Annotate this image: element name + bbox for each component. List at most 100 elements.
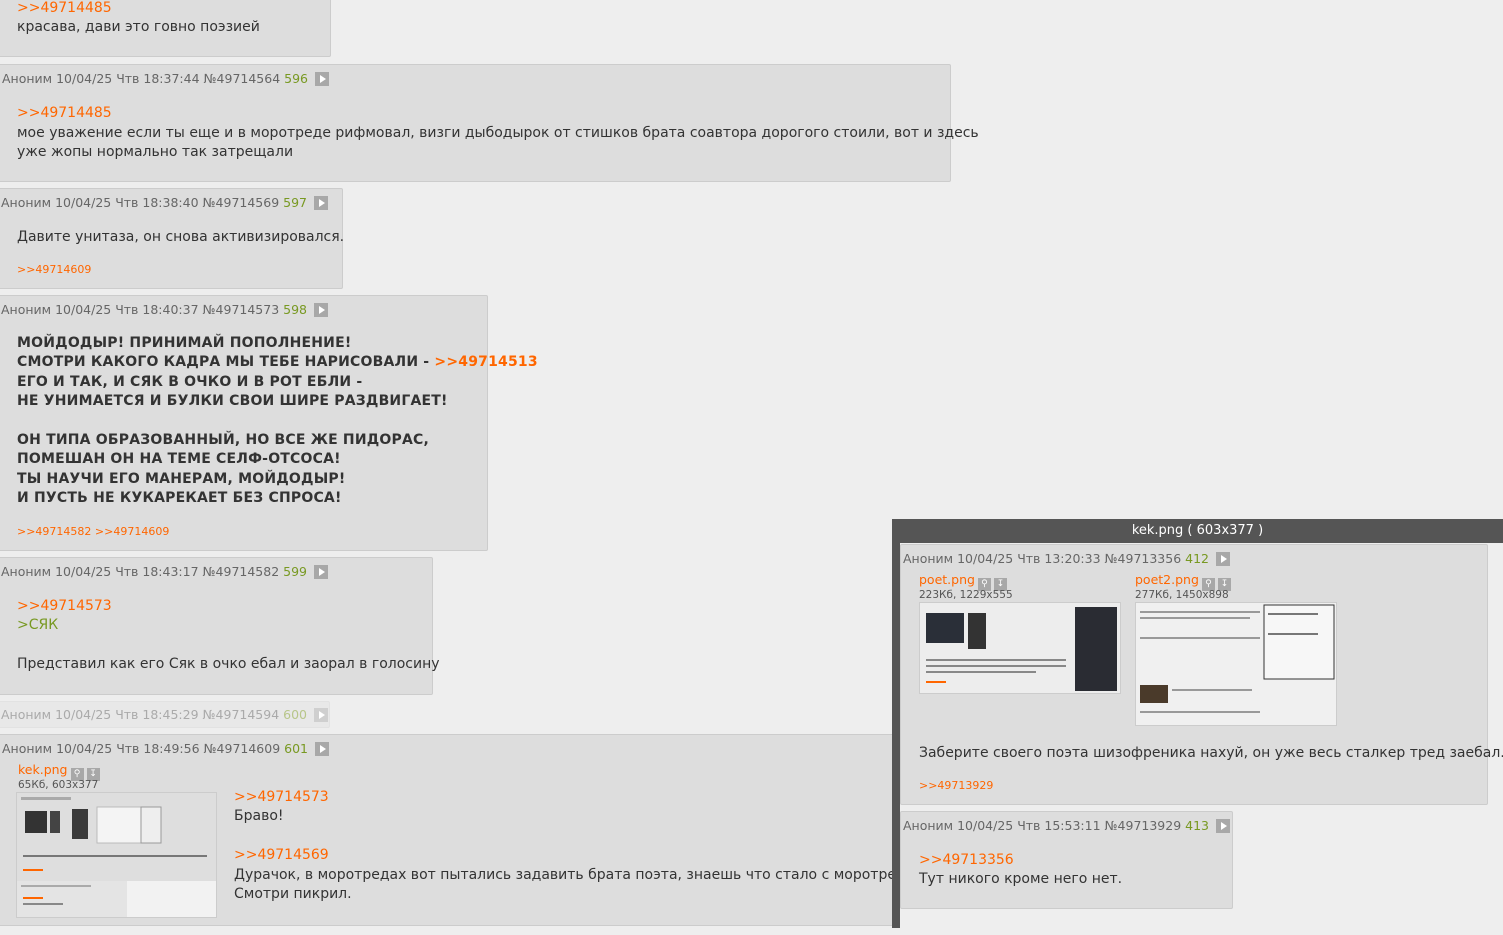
reply-link[interactable]: >>49714569 <box>234 847 329 863</box>
reply-link[interactable]: >>49713356 <box>919 852 1014 868</box>
post-id[interactable]: №49714569 <box>203 195 280 210</box>
play-icon[interactable] <box>313 303 328 317</box>
post: Аноним 10/04/25 Чтв 18:38:40 №49714569 5… <box>0 188 345 289</box>
post-text: красава, дави это говно поэзией <box>17 19 260 35</box>
post-id[interactable]: №49714573 <box>203 302 280 317</box>
post-id[interactable]: №49714582 <box>203 564 280 579</box>
post: Аноним 10/04/25 Чтв 18:40:37 №49714573 5… <box>0 295 538 551</box>
post-number: 596 <box>284 71 308 86</box>
file-thumbnail[interactable] <box>919 602 1121 694</box>
post-date: 10/04/25 Чтв 18:37:44 <box>56 71 200 86</box>
post-author: Аноним <box>903 551 954 566</box>
post-date: 10/04/25 Чтв 18:45:29 <box>55 707 199 722</box>
post-id[interactable]: №49714594 <box>203 707 280 722</box>
post-hidden: Аноним 10/04/25 Чтв 18:45:29 №49714594 6… <box>0 701 330 728</box>
file-thumbnail[interactable] <box>1135 602 1337 726</box>
post-author: Аноним <box>903 818 954 833</box>
post: Аноним 10/04/25 Чтв 15:53:11 №49713929 4… <box>900 811 1233 909</box>
post-header: Аноним 10/04/25 Чтв 18:45:29 №49714594 6… <box>1 707 328 722</box>
post-author: Аноним <box>1 564 52 579</box>
play-icon[interactable] <box>313 196 328 210</box>
post-text: Тут никого кроме него нет. <box>919 871 1123 887</box>
post-header: Аноним 10/04/25 Чтв 18:40:37 №49714573 5… <box>1 302 328 317</box>
popup-body: Аноним 10/04/25 Чтв 13:20:33 №49713356 4… <box>900 543 1503 928</box>
play-icon[interactable] <box>313 708 328 722</box>
popup-title: kek.png ( 603x377 ) <box>1131 523 1264 538</box>
replies-link[interactable]: >>49714582 >>49714609 <box>17 525 169 538</box>
post-header: Аноним 10/04/25 Чтв 13:20:33 №49713356 4… <box>903 551 1230 566</box>
post-author: Аноним <box>2 71 53 86</box>
file-name[interactable]: poet.png <box>919 572 975 587</box>
post-author: Аноним <box>1 302 52 317</box>
file-meta: 223Кб, 1229x555 <box>919 589 1013 601</box>
post-text: Заберите своего поэта шизофреника нахуй,… <box>919 745 1503 761</box>
post-date: 10/04/25 Чтв 18:38:40 <box>55 195 199 210</box>
post-id[interactable]: №49713356 <box>1105 551 1182 566</box>
post-id[interactable]: №49714609 <box>204 741 281 756</box>
file-meta: 277Кб, 1450x898 <box>1135 589 1229 601</box>
post-text: Браво! <box>234 808 284 824</box>
post-header: Аноним 10/04/25 Чтв 15:53:11 №49713929 4… <box>903 818 1230 833</box>
post: Аноним 10/04/25 Чтв 13:20:33 №49713356 4… <box>900 544 1503 805</box>
post-number: 600 <box>283 707 307 722</box>
play-icon[interactable] <box>1215 552 1230 566</box>
reply-link[interactable]: >>49714485 <box>17 105 112 121</box>
post-header: Аноним 10/04/25 Чтв 18:37:44 №49714564 5… <box>2 71 329 86</box>
play-icon[interactable] <box>1215 819 1230 833</box>
post-number: 601 <box>284 741 308 756</box>
post-text: Смотри пикрил. <box>234 886 352 902</box>
post-text: ПОМЕШАН ОН НА ТЕМЕ СЕЛФ-ОТСОСА! <box>17 451 341 467</box>
post-text-line: СМОТРИ КАКОГО КАДРА МЫ ТЕБЕ НАРИСОВАЛИ -… <box>17 354 538 370</box>
post-date: 10/04/25 Чтв 18:49:56 <box>56 741 200 756</box>
post-date: 10/04/25 Чтв 18:40:37 <box>55 302 199 317</box>
thumbnail-image <box>1136 603 1336 725</box>
reply-link[interactable]: >>49714573 <box>234 789 329 805</box>
replies-link[interactable]: >>49714609 <box>17 263 91 276</box>
post-author: Аноним <box>1 195 52 210</box>
replies-link[interactable]: >>49713929 <box>919 779 993 792</box>
post: Аноним 10/04/25 Чтв 18:43:17 №49714582 5… <box>0 557 440 695</box>
thumbnail-image <box>17 793 216 917</box>
post-number: 598 <box>283 302 307 317</box>
post-text: Дурачок, в моротредах вот пытались задав… <box>234 867 942 883</box>
post-text: СМОТРИ КАКОГО КАДРА МЫ ТЕБЕ НАРИСОВАЛИ - <box>17 354 435 370</box>
image-preview-popup[interactable]: kek.png ( 603x377 ) Аноним 10/04/25 Чтв … <box>892 519 1503 928</box>
post-text: НЕ УНИМАЕТСЯ И БУЛКИ СВОИ ШИРЕ РАЗДВИГАЕ… <box>17 393 448 409</box>
post-header: Аноним 10/04/25 Чтв 18:43:17 №49714582 5… <box>1 564 328 579</box>
post-text: МОЙДОДЫР! ПРИНИМАЙ ПОПОЛНЕНИЕ! <box>17 335 352 351</box>
reply-link[interactable]: >>49714485 <box>17 0 112 16</box>
post-date: 10/04/25 Чтв 18:43:17 <box>55 564 199 579</box>
post-date: 10/04/25 Чтв 15:53:11 <box>957 818 1101 833</box>
post-text: мое уважение если ты еще и в моротреде р… <box>17 125 979 141</box>
post-text: Представил как его Сяк в очко ебал и зао… <box>17 656 440 672</box>
file-name[interactable]: kek.png <box>18 762 68 777</box>
file-name[interactable]: poet2.png <box>1135 572 1199 587</box>
post-text: И ПУСТЬ НЕ КУКАРЕКАЕТ БЕЗ СПРОСА! <box>17 490 342 506</box>
play-icon[interactable] <box>313 565 328 579</box>
post-author: Аноним <box>1 707 52 722</box>
post-text: ТЫ НАУЧИ ЕГО МАНЕРАМ, МОЙДОДЫР! <box>17 471 346 487</box>
play-icon[interactable] <box>314 742 329 756</box>
post-text: Давите унитаза, он снова активизировался… <box>17 229 345 245</box>
post-header: Аноним 10/04/25 Чтв 18:38:40 №49714569 5… <box>1 195 328 210</box>
post-text: уже жопы нормально так затрещали <box>17 144 294 160</box>
post-number: 412 <box>1185 551 1209 566</box>
post-id[interactable]: №49713929 <box>1105 818 1182 833</box>
post-text: ЕГО И ТАК, И СЯК В ОЧКО И В РОТ ЕБЛИ - <box>17 374 363 390</box>
post-number: 413 <box>1185 818 1209 833</box>
file-thumbnail[interactable] <box>16 792 217 918</box>
post: Аноним 10/04/25 Чтв 18:37:44 №49714564 5… <box>0 64 979 182</box>
reply-link[interactable]: >>49714513 <box>434 354 537 370</box>
reply-link[interactable]: >>49714573 <box>17 598 112 614</box>
play-icon[interactable] <box>314 72 329 86</box>
post: Аноним 10/04/25 Чтв 18:49:56 №49714609 6… <box>0 734 941 926</box>
post-number: 599 <box>283 564 307 579</box>
post-author: Аноним <box>2 741 53 756</box>
post-number: 597 <box>283 195 307 210</box>
post: >>49714485 красава, дави это говно поэзи… <box>0 0 331 57</box>
thumbnail-image <box>920 603 1120 693</box>
greentext: >СЯК <box>17 617 59 633</box>
post-header: Аноним 10/04/25 Чтв 18:49:56 №49714609 6… <box>2 741 329 756</box>
post-id[interactable]: №49714564 <box>204 71 281 86</box>
post-text: ОН ТИПА ОБРАЗОВАННЫЙ, НО ВСЕ ЖЕ ПИДОРАС, <box>17 432 429 448</box>
